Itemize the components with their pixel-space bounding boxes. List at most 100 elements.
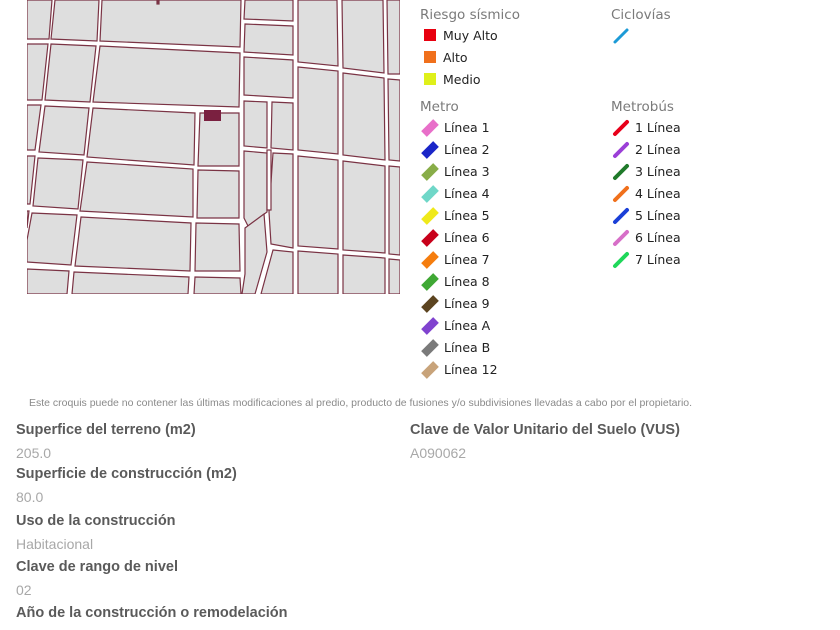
city-block — [71, 271, 190, 294]
parcel-marker[interactable] — [204, 110, 221, 121]
legend-item-label: Línea 3 — [444, 163, 490, 179]
legend-item-metro-9: Línea A — [420, 314, 498, 336]
transit-line-icon — [613, 164, 629, 180]
legend-seismic: Riesgo sísmico Muy Alto Alto Medio — [420, 6, 520, 90]
legend-item-label: Línea B — [444, 339, 491, 355]
metro-line-icon — [421, 251, 439, 269]
color-swatch-icon — [424, 29, 436, 41]
legend-item-label: 6 Línea — [635, 229, 681, 245]
field-label: Año de la construcción o remodelación — [16, 605, 288, 621]
metro-line-icon — [421, 207, 439, 225]
legend-item-metro-7: Línea 8 — [420, 270, 498, 292]
city-block — [297, 66, 339, 155]
legend-item-metro-3: Línea 4 — [420, 182, 498, 204]
legend-item-label: 2 Línea — [635, 141, 681, 157]
color-swatch-icon — [424, 73, 436, 85]
metro-line-icon — [421, 339, 439, 357]
transit-line-icon — [613, 142, 629, 158]
city-block — [196, 169, 240, 219]
field-land-area: Superfice del terreno (m2) 205.0 — [16, 421, 196, 462]
city-block — [27, 43, 49, 101]
metro-line-icon — [421, 119, 439, 137]
legend-item-label: Línea 6 — [444, 229, 490, 245]
city-block — [27, 0, 53, 40]
legend-item-label: Muy Alto — [443, 27, 498, 43]
transit-line-icon — [613, 28, 629, 44]
city-block — [99, 0, 242, 48]
legend-item-metrobus-1: 2 Línea — [611, 138, 681, 160]
alley — [266, 149, 272, 211]
city-block — [341, 0, 385, 74]
street-stub — [156, 0, 160, 5]
city-block — [270, 101, 294, 151]
city-block — [27, 268, 70, 294]
field-level-range: Clave de rango de nivel 02 — [16, 558, 178, 599]
legend-item-metrobus-3: 4 Línea — [611, 182, 681, 204]
legend-item-metro-1: Línea 2 — [420, 138, 498, 160]
field-vus-key: Clave de Valor Unitario del Suelo (VUS) … — [410, 421, 680, 462]
city-block — [243, 0, 294, 22]
city-block — [243, 100, 268, 149]
metro-line-icon — [421, 163, 439, 181]
city-block — [297, 0, 339, 67]
city-block — [79, 161, 194, 218]
legend-metro: Metro Línea 1 Línea 2 Línea 3 Línea 4 Línea … — [420, 98, 498, 380]
field-value: 02 — [16, 582, 32, 598]
city-block — [32, 157, 84, 210]
legend-bike: Ciclovías — [611, 6, 671, 46]
city-block — [388, 258, 400, 294]
city-block — [342, 254, 386, 294]
metro-line-icon — [421, 141, 439, 159]
city-block — [92, 45, 241, 108]
field-value: Habitacional — [16, 536, 94, 552]
city-block — [27, 210, 30, 229]
city-block — [342, 160, 386, 254]
city-block — [342, 72, 386, 161]
city-block — [297, 155, 339, 250]
parcel-map[interactable] — [27, 0, 400, 294]
legend-item-metro-4: Línea 5 — [420, 204, 498, 226]
metro-line-icon — [421, 185, 439, 203]
transit-line-icon — [613, 120, 629, 136]
legend-item-seismic-0: Muy Alto — [420, 24, 520, 46]
legend-item-metro-0: Línea 1 — [420, 116, 498, 138]
legend-seismic-title: Riesgo sísmico — [420, 7, 520, 23]
field-label: Uso de la construcción — [16, 513, 176, 529]
city-block — [297, 250, 339, 294]
transit-line-icon — [613, 208, 629, 224]
legend-item-label: 7 Línea — [635, 251, 681, 267]
city-block — [243, 23, 294, 56]
legend-item-metro-8: Línea 9 — [420, 292, 498, 314]
legend-item-metrobus-6: 7 Línea — [611, 248, 681, 270]
legend-item-label: Alto — [443, 49, 468, 65]
metro-line-icon — [421, 295, 439, 313]
field-value: 80.0 — [16, 489, 44, 505]
legend-item-metro-10: Línea B — [420, 336, 498, 358]
legend-item-bike-0 — [611, 24, 671, 46]
map-disclaimer: Este croquis puede no contener las últim… — [29, 397, 693, 409]
legend-item-metro-2: Línea 3 — [420, 160, 498, 182]
field-label: Superficie de construcción (m2) — [16, 466, 237, 482]
field-construction-area: Superficie de construcción (m2) 80.0 — [16, 465, 237, 506]
legend-item-label: Línea 1 — [444, 119, 490, 135]
legend-item-label: Línea 9 — [444, 295, 490, 311]
city-block — [193, 276, 242, 294]
legend-item-metrobus-4: 5 Línea — [611, 204, 681, 226]
map-canvas — [27, 0, 400, 294]
transit-line-icon — [613, 252, 629, 268]
field-value: A090062 — [410, 445, 467, 461]
metro-line-icon — [421, 317, 439, 335]
legend-item-seismic-1: Alto — [420, 46, 520, 68]
legend-item-label: Línea A — [444, 317, 491, 333]
legend-metro-title: Metro — [420, 99, 459, 115]
legend-item-label: Línea 12 — [444, 361, 498, 377]
city-block — [268, 152, 294, 249]
legend-item-metro-6: Línea 7 — [420, 248, 498, 270]
city-block — [243, 56, 294, 99]
legend-bike-title: Ciclovías — [611, 7, 671, 23]
city-block — [86, 107, 196, 166]
metro-line-icon — [421, 229, 439, 247]
legend-item-label: Línea 5 — [444, 207, 490, 223]
legend-item-metro-11: Línea 12 — [420, 358, 498, 380]
city-block — [27, 104, 42, 151]
